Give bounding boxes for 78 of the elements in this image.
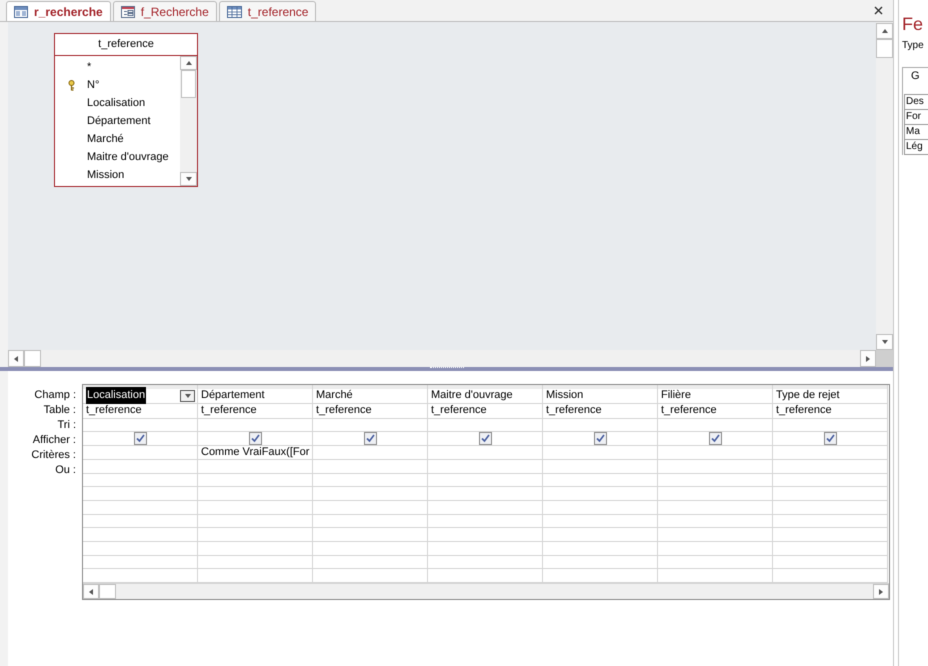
table-cell[interactable]: t_reference (431, 402, 487, 419)
scroll-thumb[interactable] (99, 584, 116, 599)
property-name[interactable]: Lég (905, 140, 928, 155)
table-cell[interactable]: t_reference (776, 402, 832, 419)
up-arrow-icon (184, 60, 192, 66)
property-name[interactable]: Ma (905, 125, 928, 140)
property-name[interactable]: Des (905, 95, 928, 110)
right-arrow-icon (865, 354, 871, 362)
checkmark-icon (596, 434, 604, 444)
left-arrow-icon (13, 354, 19, 362)
checkbox[interactable] (478, 432, 492, 446)
scroll-right-button[interactable] (860, 350, 876, 367)
row-label: Critères : (31, 448, 76, 464)
field-name[interactable]: Maitre d'ouvrage (87, 148, 169, 166)
row-label: Tri : (57, 418, 76, 434)
property-sheet-title: Fe (902, 13, 924, 36)
scroll-thumb[interactable] (876, 39, 893, 58)
row-label: Ou : (55, 463, 76, 478)
checkbox[interactable] (364, 432, 376, 446)
dropdown-button[interactable] (180, 390, 195, 402)
field-cell[interactable]: Mission (546, 387, 584, 404)
scroll-thumb[interactable] (24, 350, 41, 367)
table-cell[interactable]: t_reference (546, 402, 602, 419)
down-arrow-icon (880, 339, 888, 345)
field-cell[interactable]: Marché (316, 387, 353, 404)
checkbox[interactable] (594, 432, 606, 446)
caret-icon (184, 392, 192, 399)
checkmark-icon (710, 434, 720, 444)
form-icon (120, 6, 135, 18)
field-name[interactable]: Marché (87, 130, 124, 148)
close-icon (874, 6, 882, 14)
scroll-thumb[interactable] (181, 70, 196, 98)
row-label: Afficher : (32, 433, 76, 448)
field-cell[interactable]: Type de rejet (776, 387, 840, 404)
document-tab[interactable]: t_reference (218, 1, 316, 21)
property-tab[interactable]: G (903, 68, 928, 86)
field-name[interactable]: Mission (87, 166, 124, 184)
scroll-down-button[interactable] (876, 334, 893, 350)
right-arrow-icon (878, 588, 884, 596)
table-cell[interactable]: t_reference (86, 402, 142, 419)
field-cell[interactable]: Filière (661, 387, 691, 404)
scroll-left-button[interactable] (83, 584, 99, 599)
scroll-left-button[interactable] (8, 350, 24, 367)
scroll-up-button[interactable] (876, 23, 893, 39)
scroll-right-button[interactable] (873, 584, 889, 599)
table-cell[interactable]: t_reference (316, 402, 372, 419)
field-name[interactable]: Département (87, 112, 151, 130)
checkbox[interactable] (708, 432, 722, 446)
table-icon (226, 6, 242, 18)
checkbox[interactable] (134, 432, 146, 446)
checkmark-icon (250, 434, 260, 444)
checkmark-icon (136, 434, 144, 444)
field-name[interactable]: N° (87, 76, 100, 94)
scroll-down-button[interactable] (180, 172, 197, 186)
document-tab[interactable]: f_Recherche (112, 1, 217, 21)
field-cell[interactable]: Département (201, 387, 265, 404)
checkmark-icon (480, 434, 490, 444)
row-label: Champ : (34, 388, 76, 404)
checkmark-icon (826, 434, 834, 444)
property-name[interactable]: For (905, 110, 928, 125)
left-arrow-icon (88, 588, 94, 596)
criteria-cell[interactable]: Comme VraiFaux([For (201, 446, 310, 459)
table-cell[interactable]: t_reference (201, 402, 257, 419)
selection-type: Type (902, 39, 925, 53)
field-name[interactable]: Localisation (87, 94, 146, 112)
checkbox[interactable] (824, 432, 836, 446)
document-tab[interactable]: r_recherche (6, 1, 111, 21)
checkbox[interactable] (248, 432, 262, 446)
down-arrow-icon (184, 176, 192, 182)
row-label: Table : (44, 403, 76, 418)
field-cell[interactable]: Localisation (86, 387, 146, 404)
query-icon (14, 6, 28, 18)
scroll-up-button[interactable] (180, 56, 197, 70)
table-cell[interactable]: t_reference (661, 402, 717, 419)
checkmark-icon (366, 434, 374, 444)
field-name[interactable]: * (87, 58, 92, 76)
up-arrow-icon (880, 28, 888, 34)
field-cell[interactable]: Maitre d'ouvrage (431, 387, 513, 404)
